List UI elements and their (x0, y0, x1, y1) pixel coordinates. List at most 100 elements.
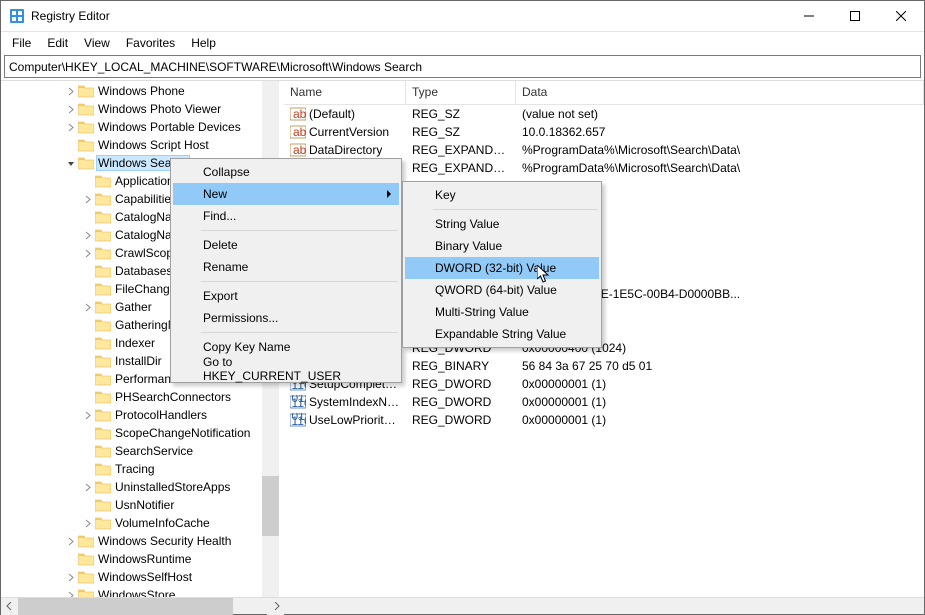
menu-item[interactable]: Find... (173, 205, 399, 227)
value-type: REG_DWORD (406, 395, 516, 409)
tree-item[interactable]: WindowsStore (1, 586, 279, 597)
value-type: REG_BINARY (406, 359, 516, 373)
context-submenu-new[interactable]: Key String ValueBinary ValueDWORD (32-bit… (402, 181, 602, 348)
value-data: 0x00000001 (1) (516, 395, 924, 409)
expander-open-icon[interactable] (64, 159, 78, 168)
tree-item-label: UsnNotifier (113, 498, 176, 512)
tree-item[interactable]: PHSearchConnectors (1, 388, 279, 406)
tree-item-label: VolumeInfoCache (113, 516, 212, 530)
value-row[interactable]: (Default)REG_SZ(value not set) (284, 105, 924, 123)
value-name: UseLowPriorityC... (309, 413, 400, 427)
tree-item[interactable]: Windows Photo Viewer (1, 100, 279, 118)
value-data: 56 84 3a 67 25 70 d5 01 (516, 359, 924, 373)
tree-item[interactable]: Windows Phone (1, 82, 279, 100)
address-text: Computer\HKEY_LOCAL_MACHINE\SOFTWARE\Mic… (9, 60, 422, 74)
menu-item[interactable]: Permissions... (173, 307, 399, 329)
menu-item[interactable]: Binary Value (405, 235, 599, 257)
maximize-button[interactable] (832, 1, 878, 31)
expander-closed-icon[interactable] (81, 519, 95, 528)
tree-item-label: Tracing (113, 462, 157, 476)
column-name[interactable]: Name (284, 81, 406, 104)
close-button[interactable] (878, 1, 924, 31)
tree-item[interactable]: Windows Security Health (1, 532, 279, 550)
expander-closed-icon[interactable] (64, 105, 78, 114)
tree-item[interactable]: WindowsRuntime (1, 550, 279, 568)
folder-icon (95, 353, 111, 369)
menu-item[interactable]: DWORD (32-bit) Value (405, 257, 599, 279)
value-data: 10.0.18362.657 (516, 125, 924, 139)
menu-item[interactable]: Key (405, 184, 599, 206)
value-data: 0x00000001 (1) (516, 413, 924, 427)
menu-edit[interactable]: Edit (40, 34, 75, 52)
tree-item-label: WindowsStore (96, 588, 177, 597)
folder-icon (78, 119, 94, 135)
tree-item[interactable]: ProtocolHandlers (1, 406, 279, 424)
menu-item[interactable]: Go to HKEY_CURRENT_USER (173, 358, 399, 380)
menu-view[interactable]: View (77, 34, 117, 52)
tree-item[interactable]: ScopeChangeNotification (1, 424, 279, 442)
value-data: %ProgramData%\Microsoft\Search\Data\ (516, 143, 924, 157)
regedit-icon (9, 8, 25, 24)
menu-item[interactable]: Expandable String Value (405, 323, 599, 345)
tree-item[interactable]: UsnNotifier (1, 496, 279, 514)
menu-item[interactable]: Delete (173, 234, 399, 256)
menu-item[interactable]: QWORD (64-bit) Value (405, 279, 599, 301)
menu-item[interactable]: Multi-String Value (405, 301, 599, 323)
minimize-button[interactable] (786, 1, 832, 31)
tree-item-label: Windows Script Host (96, 138, 211, 152)
tree-item[interactable]: Tracing (1, 460, 279, 478)
folder-icon (95, 479, 111, 495)
value-row[interactable]: UseLowPriorityC... REG_DWORD0x00000001 (1… (284, 411, 924, 429)
menu-item[interactable]: Collapse (173, 161, 399, 183)
column-data[interactable]: Data (516, 81, 924, 104)
tree-item[interactable]: WindowsSelfHost (1, 568, 279, 586)
expander-closed-icon[interactable] (81, 483, 95, 492)
tree-item[interactable]: Windows Portable Devices (1, 118, 279, 136)
expander-closed-icon[interactable] (81, 195, 95, 204)
tree-item[interactable]: SearchService (1, 442, 279, 460)
menu-help[interactable]: Help (184, 34, 223, 52)
menu-item[interactable]: String Value (405, 213, 599, 235)
value-name: DataDirectory (309, 143, 382, 157)
menu-item[interactable]: New (173, 183, 399, 205)
scroll-left-button[interactable] (1, 598, 18, 615)
value-row[interactable]: CurrentVersionREG_SZ10.0.18362.657 (284, 123, 924, 141)
folder-icon (95, 299, 111, 315)
tree-item[interactable]: UninstalledStoreApps (1, 478, 279, 496)
expander-closed-icon[interactable] (81, 303, 95, 312)
expander-closed-icon[interactable] (64, 573, 78, 582)
tree-v-scrollbar-thumb[interactable] (262, 476, 279, 536)
expander-closed-icon[interactable] (81, 231, 95, 240)
expander-closed-icon[interactable] (64, 537, 78, 546)
menu-favorites[interactable]: Favorites (119, 34, 182, 52)
menu-item[interactable]: Rename (173, 256, 399, 278)
expander-closed-icon[interactable] (64, 591, 78, 598)
context-menu[interactable]: CollapseNewFind... DeleteRename ExportPerm… (170, 158, 402, 383)
folder-icon (95, 173, 111, 189)
value-data: 0x00000001 (1) (516, 377, 924, 391)
menu-item[interactable]: Export (173, 285, 399, 307)
value-row[interactable]: SystemIndexNor...REG_DWORD0x00000001 (1) (284, 393, 924, 411)
scroll-right-button[interactable] (267, 598, 284, 615)
value-row[interactable]: DataDirectoryREG_EXPAND_SZ%ProgramData%\… (284, 141, 924, 159)
expander-closed-icon[interactable] (81, 411, 95, 420)
menu-separator (201, 281, 398, 282)
tree-item-label: Windows Security Health (96, 534, 233, 548)
expander-closed-icon[interactable] (81, 249, 95, 258)
folder-icon (95, 209, 111, 225)
expander-closed-icon[interactable] (64, 87, 78, 96)
tree-h-scrollbar[interactable] (1, 597, 924, 614)
tree-item-label: Gather (113, 300, 154, 314)
address-bar[interactable]: Computer\HKEY_LOCAL_MACHINE\SOFTWARE\Mic… (4, 55, 921, 78)
h-scrollbar-thumb[interactable] (18, 598, 233, 615)
column-type[interactable]: Type (406, 81, 516, 104)
tree-item[interactable]: VolumeInfoCache (1, 514, 279, 532)
tree-item-label: ScopeChangeNotification (113, 426, 252, 440)
string-value-icon (290, 125, 306, 139)
tree-item[interactable]: Windows Script Host (1, 136, 279, 154)
expander-closed-icon[interactable] (64, 123, 78, 132)
value-type: REG_DWORD (406, 413, 516, 427)
folder-icon (95, 191, 111, 207)
menu-file[interactable]: File (5, 34, 38, 52)
tree-item-label: InstallDir (113, 354, 164, 368)
